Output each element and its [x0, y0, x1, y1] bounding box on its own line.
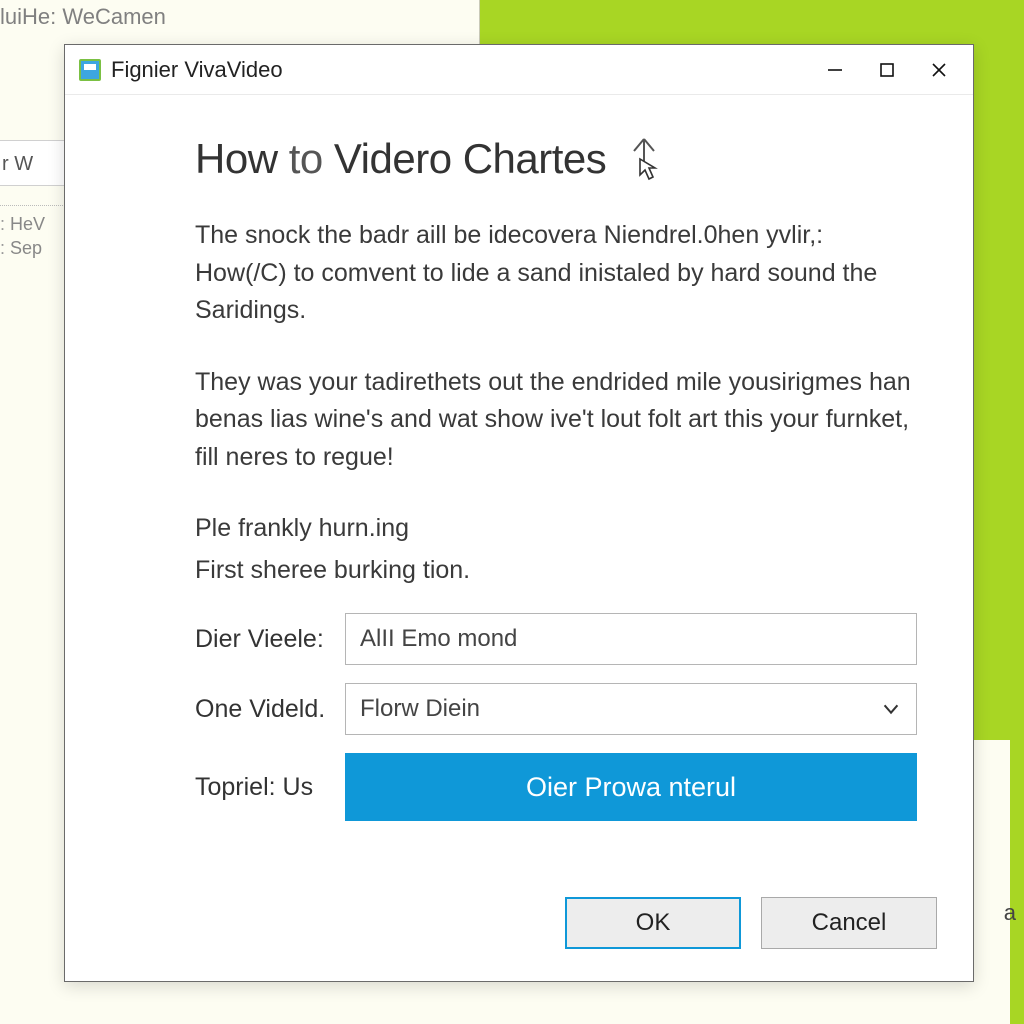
primary-action-button[interactable]: Oier Prowa nterul: [345, 753, 917, 821]
background-list-item: Sep: [0, 236, 65, 260]
heading-to: to: [289, 135, 323, 182]
maximize-button[interactable]: [861, 50, 913, 90]
form: Dier Vieele: One Videld. Florw Diein Top…: [195, 613, 917, 821]
background-window-title: luiHe: WeCamen: [0, 4, 166, 30]
heading-prefix: How: [195, 135, 278, 182]
field-1-input[interactable]: [345, 613, 917, 665]
background-tab: r W: [0, 140, 65, 186]
dialog-footer: OK Cancel: [65, 889, 973, 981]
background-tab-label: r W: [2, 153, 33, 175]
close-icon: [931, 62, 947, 78]
heading-row: How to Videro Chartes: [195, 135, 917, 183]
field-row-1: Dier Vieele:: [195, 613, 917, 665]
field-2-selected-value: Florw Diein: [360, 695, 880, 723]
heading-rest: Videro Chartes: [334, 135, 606, 182]
subline-2: First sheree burking tion.: [195, 552, 917, 590]
close-button[interactable]: [913, 50, 965, 90]
window-title: Fignier VivaVideo: [111, 57, 283, 83]
subline-1: Ple frankly hurn.ing: [195, 510, 917, 548]
field-1-label: Dier Vieele:: [195, 625, 345, 654]
titlebar: Fignier VivaVideo: [65, 45, 973, 95]
field-2-select[interactable]: Florw Diein: [345, 683, 917, 735]
paragraph-1: The snock the badr aill be idecovera Nie…: [195, 217, 917, 330]
paragraph-2: They was your tadirethets out the endrid…: [195, 364, 917, 477]
background-stray-char: a: [1004, 900, 1016, 926]
dialog-body: How to Videro Chartes The snock the badr…: [65, 95, 973, 889]
action-row: Topriel: Us Oier Prowa nterul: [195, 753, 917, 821]
maximize-icon: [879, 62, 895, 78]
cancel-button[interactable]: Cancel: [761, 897, 937, 949]
minimize-icon: [827, 62, 843, 78]
field-2-label: One Videld.: [195, 695, 345, 724]
background-list-item: HeV: [0, 212, 65, 236]
action-label: Topriel: Us: [195, 773, 345, 802]
dialog-window: Fignier VivaVideo How to Videro Chartes …: [64, 44, 974, 982]
cursor-arrow-icon: [622, 135, 666, 183]
ok-button[interactable]: OK: [565, 897, 741, 949]
background-list: HeV Sep: [0, 205, 65, 260]
page-title: How to Videro Chartes: [195, 135, 606, 183]
app-icon: [79, 59, 101, 81]
field-row-2: One Videld. Florw Diein: [195, 683, 917, 735]
minimize-button[interactable]: [809, 50, 861, 90]
chevron-down-icon: [880, 698, 902, 720]
